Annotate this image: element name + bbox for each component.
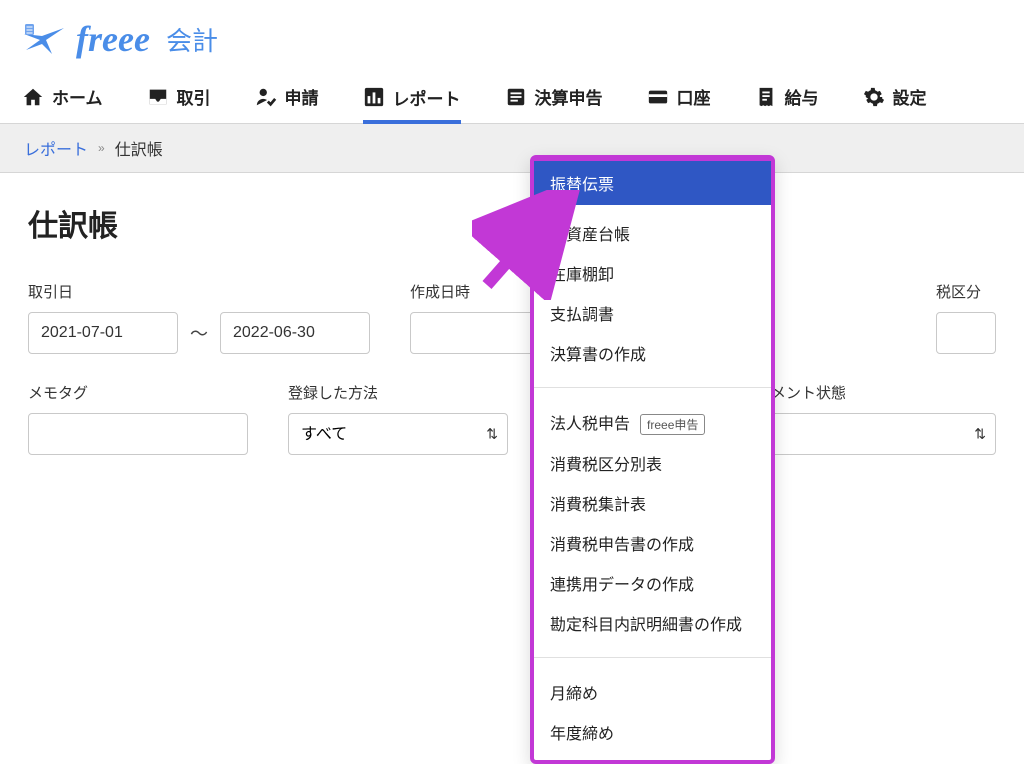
comment-select-wrap: ⇅ (756, 413, 996, 455)
dropdown-item[interactable]: 勘定科目内訳明細書の作成 (534, 603, 771, 643)
nav-application[interactable]: 申請 (255, 70, 319, 123)
tax-label: 税区分 (936, 281, 996, 302)
memo-input[interactable] (28, 413, 248, 455)
bar-chart-icon (363, 86, 385, 108)
breadcrumb-root[interactable]: レポート (24, 136, 88, 160)
filter-row-2: メモタグ 登録した方法 すべて ⇅ コメント状態 ⇅ (28, 382, 996, 455)
nav-label: 取引 (177, 84, 211, 109)
nav-settings[interactable]: 設定 (863, 70, 927, 123)
swallow-icon (22, 22, 66, 56)
breadcrumb-current: 仕訳帳 (115, 136, 163, 160)
nav-label: 設定 (893, 84, 927, 109)
inbox-icon (147, 86, 169, 108)
gear-icon (863, 86, 885, 108)
clipboard-list-icon (505, 86, 527, 108)
brand-name: freee (76, 18, 150, 60)
menu-divider (534, 657, 771, 658)
register-label: 登録した方法 (288, 382, 508, 403)
page-title: 仕訳帳 (28, 201, 996, 245)
filter-row-1: 取引日 〜 作成日時 〜 税区分 (28, 281, 996, 354)
breadcrumb: レポート » 仕訳帳 (0, 124, 1024, 173)
dropdown-highlight-item[interactable]: 振替伝票 (534, 161, 771, 205)
dropdown-item[interactable]: 消費税申告書の作成 (534, 523, 771, 563)
brand-header: freee 会計 (0, 0, 1024, 70)
nav-payroll[interactable]: 給与 (755, 70, 819, 123)
tax-input[interactable] (936, 312, 996, 354)
comment-select[interactable] (756, 413, 996, 455)
trade-date-label: 取引日 (28, 281, 370, 302)
nav-closing[interactable]: 決算申告 (505, 70, 603, 123)
home-icon (22, 86, 44, 108)
tax-group: 税区分 (936, 281, 996, 354)
comment-label: コメント状態 (756, 382, 996, 403)
memo-label: メモタグ (28, 382, 248, 403)
register-method-group: 登録した方法 すべて ⇅ (288, 382, 508, 455)
person-check-icon (255, 86, 277, 108)
register-select[interactable]: すべて (288, 413, 508, 455)
tilde-separator: 〜 (190, 320, 208, 346)
page-body: 仕訳帳 取引日 〜 作成日時 〜 税区分 メモタグ 登 (0, 173, 1024, 455)
dropdown-item[interactable]: 消費税集計表 (534, 483, 771, 523)
card-icon (647, 86, 669, 108)
dropdown-item[interactable]: 在庫棚卸 (534, 253, 771, 293)
dropdown-item[interactable]: 連携用データの作成 (534, 563, 771, 603)
trade-date-pair: 〜 (28, 312, 370, 354)
brand-product: 会計 (166, 21, 218, 58)
memo-group: メモタグ (28, 382, 248, 455)
trade-date-from-input[interactable] (28, 312, 178, 354)
trade-date-to-input[interactable] (220, 312, 370, 354)
main-nav: ホーム 取引 申請 レポート 決算申告 口座 給与 (0, 70, 1024, 124)
closing-dropdown: 振替伝票 定資産台帳在庫棚卸支払調書決算書の作成 法人税申告freee申告消費税… (530, 155, 775, 764)
nav-label: レポート (393, 85, 461, 110)
dropdown-item[interactable]: 年度締め (534, 712, 771, 752)
comment-group: コメント状態 ⇅ (756, 382, 996, 455)
dropdown-item[interactable]: 消費税区分別表 (534, 443, 771, 483)
dropdown-group-2: 月締め年度締め (534, 664, 771, 760)
nav-report[interactable]: レポート (363, 71, 461, 124)
dropdown-item[interactable]: 決算書の作成 (534, 333, 771, 373)
nav-label: 口座 (677, 84, 711, 109)
nav-label: 決算申告 (535, 84, 603, 109)
dropdown-item[interactable]: 定資産台帳 (534, 213, 771, 253)
nav-account[interactable]: 口座 (647, 70, 711, 123)
nav-label: ホーム (52, 84, 103, 109)
trade-date-group: 取引日 〜 (28, 281, 370, 354)
receipt-icon (755, 86, 777, 108)
nav-home[interactable]: ホーム (22, 70, 103, 123)
badge: freee申告 (640, 414, 705, 435)
dropdown-item[interactable]: 支払調書 (534, 293, 771, 333)
menu-divider (534, 387, 771, 388)
nav-label: 申請 (285, 84, 319, 109)
register-select-wrap: すべて ⇅ (288, 413, 508, 455)
nav-transactions[interactable]: 取引 (147, 70, 211, 123)
dropdown-item[interactable]: 法人税申告freee申告 (534, 402, 771, 443)
chevron-right-icon: » (98, 141, 105, 155)
dropdown-group-0: 定資産台帳在庫棚卸支払調書決算書の作成 (534, 205, 771, 381)
dropdown-item[interactable]: 月締め (534, 672, 771, 712)
dropdown-group-1: 法人税申告freee申告消費税区分別表消費税集計表消費税申告書の作成連携用データ… (534, 394, 771, 651)
nav-label: 給与 (785, 84, 819, 109)
